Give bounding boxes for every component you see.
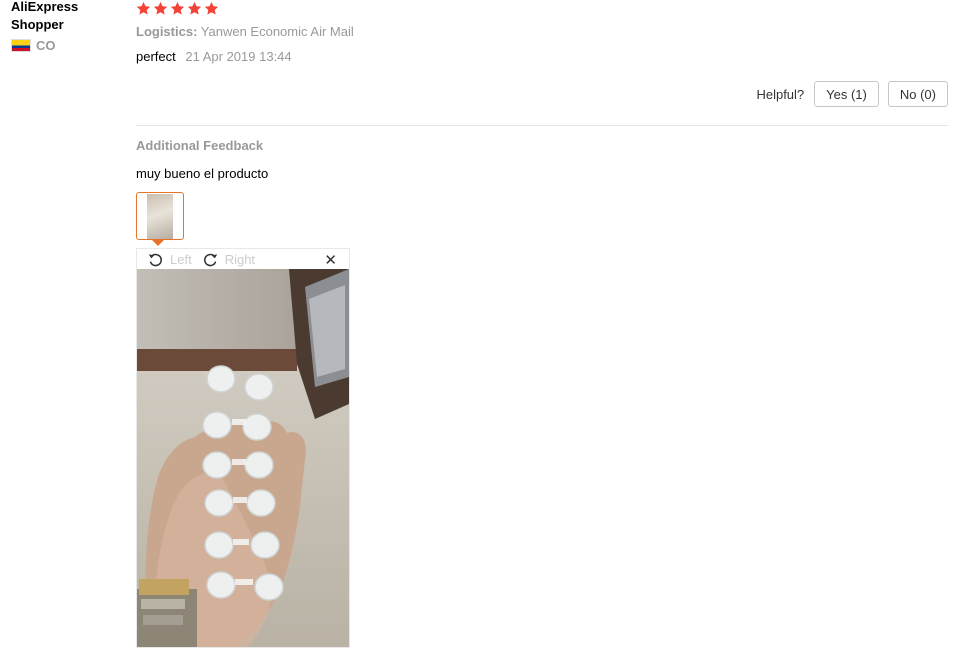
rotate-right-label: Right	[224, 252, 256, 267]
comment-text: perfect	[136, 49, 176, 64]
rotate-left-button[interactable]: Left	[147, 251, 192, 268]
logistics-value: Yanwen Economic Air Mail	[200, 24, 354, 39]
helpful-label: Helpful?	[756, 86, 805, 102]
rotate-left-icon	[148, 253, 162, 267]
review-photo	[137, 269, 349, 647]
colombia-flag-icon	[11, 39, 31, 52]
divider	[136, 125, 948, 126]
reviewer-country: CO	[11, 38, 121, 53]
thumbnail-image	[147, 194, 173, 239]
logistics-info: Logistics: Yanwen Economic Air Mail	[136, 24, 948, 40]
star-icon	[170, 1, 185, 15]
additional-feedback-heading: Additional Feedback	[136, 138, 264, 153]
image-viewer: Left Right ✕	[136, 248, 350, 648]
helpful-no-button[interactable]: No (0)	[887, 81, 948, 107]
helpful-yes-button[interactable]: Yes (1)	[814, 81, 879, 107]
comment-date: 21 Apr 2019 13:44	[185, 49, 292, 64]
reviewer-info: AliExpress Shopper CO	[11, 0, 121, 53]
star-icon	[204, 1, 219, 15]
review-comment: perfect 21 Apr 2019 13:44	[136, 49, 948, 65]
country-code: CO	[36, 38, 56, 53]
helpful-votes: Helpful? Yes (1) No (0)	[756, 81, 948, 107]
star-icon	[187, 1, 202, 15]
reviewer-name: AliExpress Shopper	[11, 0, 79, 32]
review-body: Logistics: Yanwen Economic Air Mail perf…	[136, 0, 948, 648]
image-viewer-toolbar: Left Right ✕	[137, 249, 349, 270]
close-icon[interactable]: ✕	[324, 251, 337, 269]
rotate-right-button[interactable]: Right	[202, 251, 255, 268]
star-rating	[136, 0, 948, 16]
rotate-left-label: Left	[170, 252, 192, 267]
star-icon	[153, 1, 168, 15]
star-icon	[136, 1, 151, 15]
logistics-label: Logistics:	[136, 24, 198, 39]
thumbnail-pointer	[152, 240, 164, 246]
additional-feedback-text: muy bueno el producto	[136, 166, 269, 181]
rotate-right-icon	[203, 253, 217, 267]
review-photo-thumbnail[interactable]	[136, 192, 184, 240]
